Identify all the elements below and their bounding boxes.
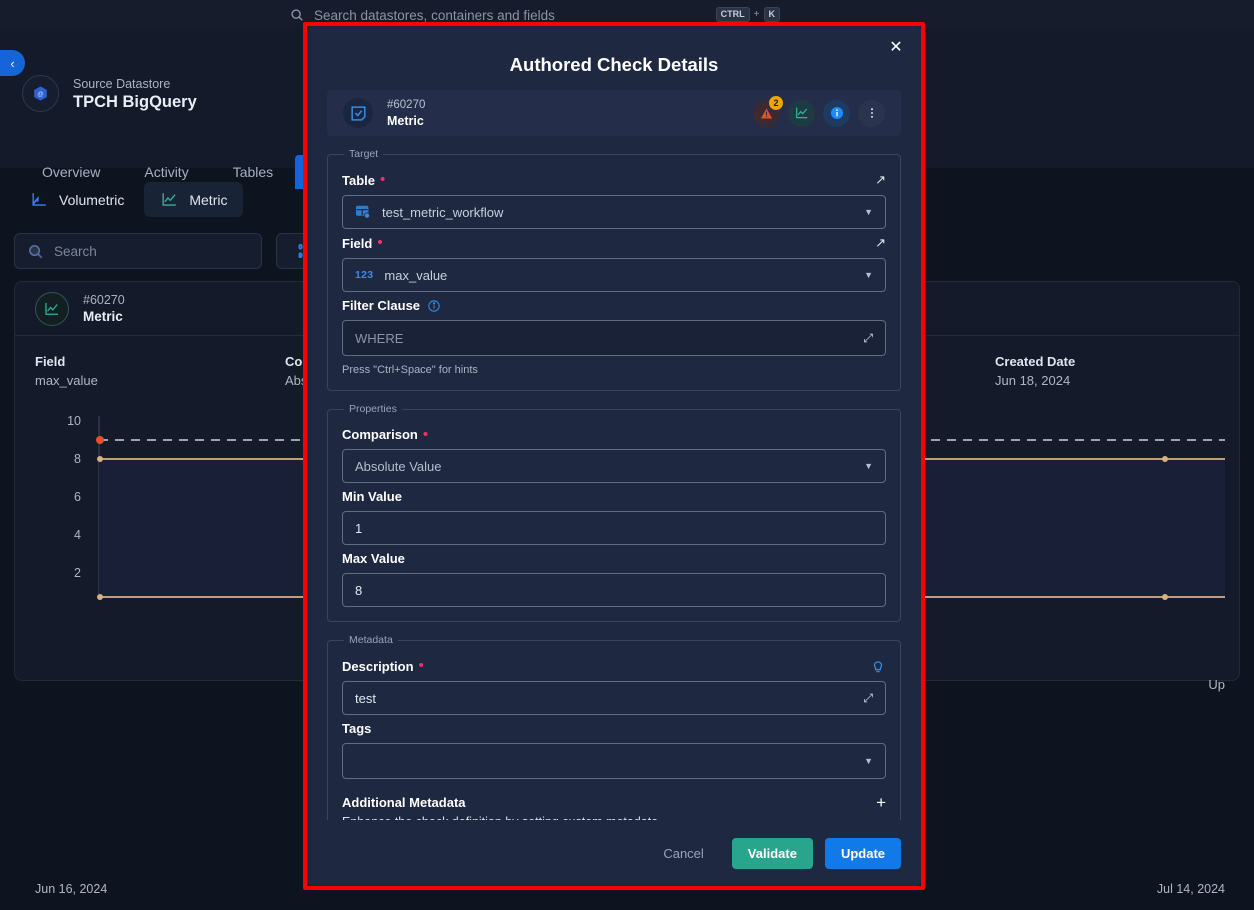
search-input[interactable]: Search	[14, 233, 262, 269]
svg-text:6: 6	[74, 490, 81, 504]
kbd-ctrl: CTRL	[715, 7, 750, 22]
search-placeholder: Search	[54, 243, 97, 259]
kbd-plus: +	[753, 9, 760, 20]
subtab-metric[interactable]: Metric	[144, 182, 244, 217]
datastore-kicker: Source Datastore	[73, 76, 171, 91]
meta-field-key: Field	[35, 354, 66, 369]
svg-text:@: @	[37, 91, 43, 98]
kbd-k: K	[763, 7, 780, 22]
meta-field: Field max_value	[35, 352, 285, 390]
subtab-volumetric[interactable]: Volumetric	[14, 182, 140, 217]
svg-text:10: 10	[67, 414, 81, 428]
search-icon	[27, 243, 44, 260]
subtab-volumetric-label: Volumetric	[59, 191, 125, 208]
chart-date-end: Jul 14, 2024	[1156, 882, 1225, 896]
search-icon	[290, 8, 304, 22]
svg-text:4: 4	[74, 528, 81, 542]
global-search-placeholder: Search datastores, containers and fields	[314, 7, 555, 23]
chart-date-start: Jun 16, 2024	[35, 882, 108, 896]
updated-column-label: Up	[1208, 677, 1225, 692]
back-button[interactable]: ‹	[0, 50, 25, 76]
list-filters: Search 0 9	[14, 233, 336, 269]
highlight-outline	[303, 22, 925, 890]
check-card-type: Metric	[83, 309, 123, 324]
meta-created-key: Created Date	[995, 354, 1076, 369]
datastore-avatar: @	[22, 75, 59, 112]
subtab-metric-label: Metric	[189, 191, 228, 208]
svg-text:2: 2	[74, 566, 81, 580]
datastore-hexagon-icon: @	[34, 86, 47, 101]
volumetric-chart-icon	[30, 190, 49, 209]
datastore-identity: @ Source Datastore TPCH BigQuery	[22, 75, 197, 112]
check-card-avatar	[35, 291, 69, 326]
svg-text:8: 8	[74, 452, 81, 466]
meta-created-value: Jun 18, 2024	[995, 373, 1071, 388]
meta-created: Created Date Jun 18, 2024	[995, 352, 1215, 390]
datastore-name: TPCH BigQuery	[73, 92, 197, 111]
check-type-tabs: Volumetric Metric	[14, 182, 244, 217]
chevron-left-icon: ‹	[10, 55, 15, 71]
search-shortcut: CTRL + K	[715, 7, 780, 22]
metric-chart-icon	[45, 302, 58, 315]
metric-chart-icon	[160, 190, 179, 209]
check-card-id: #60270	[83, 293, 125, 307]
app-root: Search datastores, containers and fields…	[0, 0, 1254, 910]
meta-field-value: max_value	[35, 373, 98, 388]
